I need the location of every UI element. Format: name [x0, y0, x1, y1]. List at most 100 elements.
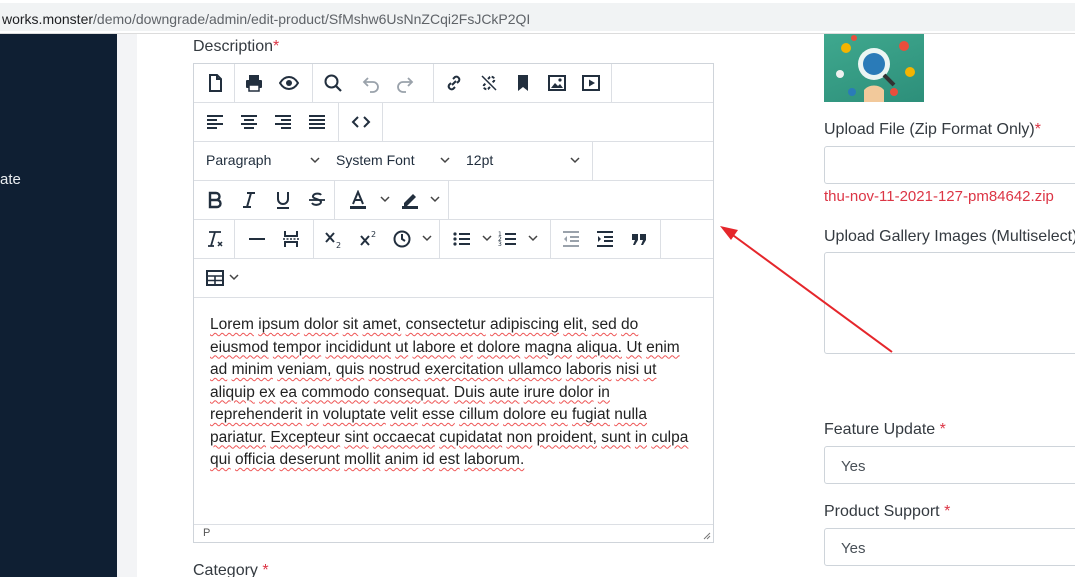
chevron-down-icon[interactable]: [310, 155, 320, 165]
chevron-down-icon[interactable]: [440, 155, 450, 165]
undo-icon[interactable]: [356, 69, 386, 97]
gallery-upload-input[interactable]: [824, 252, 1075, 354]
url-field[interactable]: works.monster/demo/downgrade/admin/edit-…: [0, 3, 1075, 31]
toolbar-group-search-history: [313, 64, 434, 102]
required-mark: *: [1034, 121, 1041, 138]
editor-word: nisi: [615, 361, 640, 378]
required-mark: *: [262, 562, 269, 577]
feature-update-select[interactable]: Yes: [824, 446, 1075, 484]
blockquote-icon[interactable]: [624, 225, 654, 253]
chevron-down-icon[interactable]: [229, 272, 239, 282]
sidebar-item-label[interactable]: ate: [0, 171, 21, 188]
numbered-list-icon[interactable]: 123: [493, 225, 523, 253]
horizontal-line-icon[interactable]: [242, 225, 272, 253]
redo-icon[interactable]: [390, 69, 420, 97]
description-label-text: Description: [193, 38, 274, 55]
align-left-icon[interactable]: [200, 108, 230, 136]
editor-paragraph[interactable]: Lorem ipsum dolor sit amet, consectetur …: [210, 314, 700, 472]
editor-word: cillum: [459, 406, 499, 423]
chevron-down-icon[interactable]: [430, 194, 440, 204]
italic-icon[interactable]: [234, 186, 264, 214]
editor-word: consequat.: [373, 383, 450, 401]
link-icon[interactable]: [439, 69, 469, 97]
product-support-value: Yes: [841, 540, 866, 557]
toolbar-row-5: 2 2 123: [194, 220, 713, 259]
strikethrough-icon[interactable]: [302, 186, 332, 214]
underline-icon[interactable]: [268, 186, 298, 214]
outdent-icon[interactable]: [556, 225, 586, 253]
chevron-down-icon[interactable]: [482, 233, 492, 243]
table-icon[interactable]: [200, 264, 230, 292]
preview-icon[interactable]: [274, 69, 304, 97]
editor-word: aliqua.: [576, 338, 622, 356]
product-support-label-text: Product Support: [824, 503, 940, 520]
superscript-icon[interactable]: 2: [354, 225, 384, 253]
upload-file-label-text: Upload File (Zip Format Only): [824, 121, 1035, 138]
browser-url-bar[interactable]: works.monster/demo/downgrade/admin/edit-…: [0, 0, 1075, 34]
uploaded-file-name[interactable]: thu-nov-11-2021-127-pm84642.zip: [824, 188, 1054, 205]
resize-handle-icon[interactable]: [701, 530, 711, 540]
product-thumbnail: [824, 34, 924, 102]
text-color-icon[interactable]: [343, 186, 373, 214]
seo-illustration-icon: [836, 35, 915, 102]
editor-word: id: [422, 451, 435, 468]
feature-update-value: Yes: [841, 458, 866, 475]
category-label-text: Category: [193, 562, 258, 577]
font-family-select[interactable]: System Font: [336, 152, 415, 168]
new-document-icon[interactable]: [200, 69, 230, 97]
gallery-label: Upload Gallery Images (Multiselect): [824, 228, 1075, 245]
category-label: Category *: [193, 562, 269, 577]
editor-word: mollit: [344, 451, 381, 468]
bullet-list-icon[interactable]: [447, 225, 477, 253]
align-center-icon[interactable]: [234, 108, 264, 136]
editor-word: incididunt: [325, 338, 391, 356]
toolbar-group-text-style: [194, 181, 335, 219]
clear-formatting-icon[interactable]: [200, 225, 230, 253]
editor-word: ipsum: [258, 316, 300, 333]
editor-word: commodo: [301, 383, 370, 401]
upload-file-input[interactable]: [824, 146, 1075, 184]
editor-word: qui: [210, 451, 231, 468]
editor-word: labore: [412, 338, 456, 356]
subscript-icon[interactable]: 2: [319, 225, 349, 253]
bookmark-icon[interactable]: [508, 69, 538, 97]
align-right-icon[interactable]: [268, 108, 298, 136]
editor-word: dolor: [303, 316, 339, 333]
chevron-down-icon[interactable]: [528, 233, 538, 243]
editor-word: nostrud: [368, 361, 421, 378]
image-icon[interactable]: [542, 69, 572, 97]
bold-icon[interactable]: [200, 186, 230, 214]
chevron-down-icon[interactable]: [570, 155, 580, 165]
clock-icon[interactable]: [387, 225, 417, 253]
element-path[interactable]: P: [203, 527, 210, 539]
admin-sidebar: ate: [0, 34, 117, 577]
editor-word: velit: [390, 406, 418, 423]
highlight-color-icon[interactable]: [395, 186, 425, 214]
toolbar-group-clear: [194, 220, 235, 258]
editor-word: minim: [231, 361, 273, 378]
required-mark: *: [273, 38, 280, 55]
page-break-icon[interactable]: [276, 225, 306, 253]
print-icon[interactable]: [239, 69, 269, 97]
editor-word: sunt: [601, 428, 631, 446]
media-icon[interactable]: [576, 69, 606, 97]
editor-word: Excepteur: [270, 428, 341, 446]
search-icon[interactable]: [318, 69, 348, 97]
editor-word: enim: [646, 338, 680, 356]
editor-word: est: [438, 451, 460, 468]
align-justify-icon[interactable]: [302, 108, 332, 136]
block-format-select[interactable]: Paragraph: [206, 152, 271, 168]
editor-content-area[interactable]: Lorem ipsum dolor sit amet, consectetur …: [210, 314, 700, 472]
url-text: works.monster/demo/downgrade/admin/edit-…: [2, 11, 530, 27]
product-support-select[interactable]: Yes: [824, 528, 1075, 566]
indent-icon[interactable]: [590, 225, 620, 253]
editor-word: laborum.: [463, 451, 525, 468]
chevron-down-icon[interactable]: [380, 194, 390, 204]
svg-text:2: 2: [336, 241, 341, 249]
font-size-select[interactable]: 12pt: [466, 152, 493, 168]
svg-text:3: 3: [498, 241, 502, 248]
unlink-icon[interactable]: [474, 69, 504, 97]
source-code-icon[interactable]: [346, 108, 376, 136]
chevron-down-icon[interactable]: [422, 233, 432, 243]
editor-word: aliquip: [210, 383, 255, 401]
